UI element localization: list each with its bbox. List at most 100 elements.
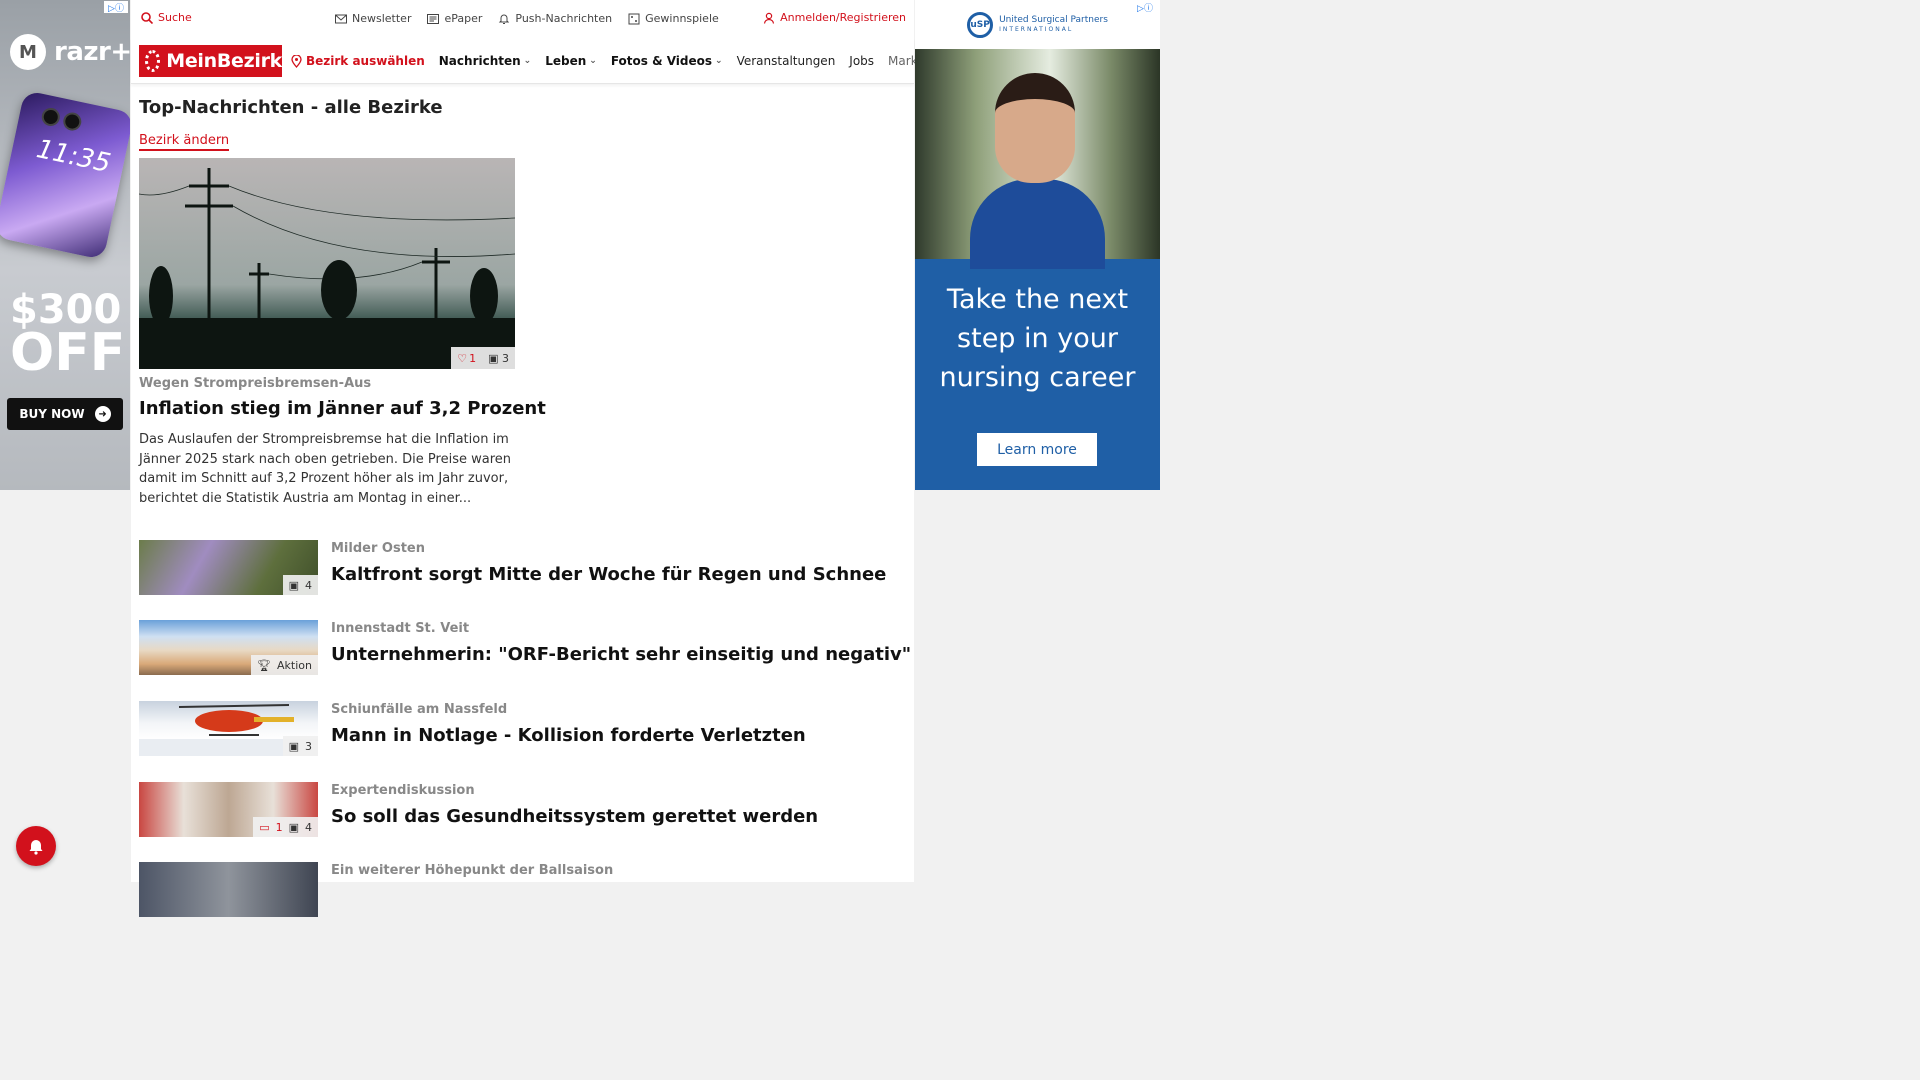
thumbnail-badge: 🏆︎ Aktion xyxy=(251,655,318,675)
ad-choices-icon[interactable]: ▷ⓘ xyxy=(1133,1,1157,14)
learn-more-button[interactable]: Learn more xyxy=(977,433,1097,466)
article-kicker: Ein weiterer Höhepunkt der Ballsaison xyxy=(331,863,614,878)
images-count: 4 xyxy=(305,820,312,834)
gewinnspiele-label: Gewinnspiele xyxy=(645,12,719,25)
buy-now-label: BUY NOW xyxy=(19,407,85,421)
power-lines-illustration xyxy=(139,168,515,369)
article-thumbnail[interactable] xyxy=(139,862,318,917)
chevron-down-icon: ⌄ xyxy=(523,56,532,66)
camera-icon xyxy=(61,110,83,133)
page: ▷ⓘ M razr+ 11:35 $300 OFF BUY NOW ➜ Such… xyxy=(0,0,1568,917)
images-count: 3 xyxy=(502,351,509,365)
article-headline-link[interactable]: So soll das Gesundheitssystem gerettet w… xyxy=(331,806,818,827)
article-headline-link[interactable]: Mann in Notlage - Kollision forderte Ver… xyxy=(331,725,806,746)
usp-logo-icon: uSP xyxy=(967,11,994,38)
article-list-item[interactable]: ▣ 4 Milder Osten Kaltfront sorgt Mitte d… xyxy=(139,540,909,596)
article-list-item[interactable]: ▣ 3 Schiunfälle am Nassfeld Mann in Notl… xyxy=(139,701,909,757)
nav-nachrichten[interactable]: Nachrichten ⌄ xyxy=(439,54,531,68)
newspaper-icon xyxy=(427,13,440,24)
bell-icon xyxy=(499,14,510,24)
ad-header: uSP United Surgical Partners INTERNATION… xyxy=(915,0,1160,49)
utility-links: Newsletter ePaper Push-Nachrichten Gewin… xyxy=(335,12,719,25)
ad-headline-line: Take the next xyxy=(946,284,1129,315)
nav-veranstaltungen[interactable]: Veranstaltungen xyxy=(737,54,836,68)
chevron-down-icon: ⌄ xyxy=(715,56,723,66)
nav-fotos-videos[interactable]: Fotos & Videos ⌄ xyxy=(611,54,723,68)
image-gallery-icon: ▣ xyxy=(288,820,299,834)
phone-time: 11:35 xyxy=(33,134,114,180)
buy-now-button[interactable]: BUY NOW ➜ xyxy=(7,398,123,430)
newsletter-link[interactable]: Newsletter xyxy=(335,12,411,25)
nurse-face xyxy=(995,73,1075,183)
ad-off-label: OFF xyxy=(10,323,126,383)
article-list-item[interactable]: ▭ 1 ▣ 4 Expertendiskussion So soll das G… xyxy=(139,782,909,838)
thumbnail-badge: ▣ 4 xyxy=(282,575,318,595)
nav-items: Bezirk auswählen Nachrichten ⌄ Leben ⌄ Fot… xyxy=(291,54,952,68)
right-ad-banner[interactable]: uSP United Surgical Partners INTERNATION… xyxy=(915,0,1160,490)
nav-nachrichten-label: Nachrichten xyxy=(438,54,521,68)
section-title: Top-Nachrichten - alle Bezirke xyxy=(139,97,443,118)
images-badge: ▣ 3 xyxy=(488,352,509,365)
ad-headline: Take the next step in your nursing caree… xyxy=(915,280,1160,397)
nav-fotos-videos-label: Fotos & Videos xyxy=(610,54,713,68)
article-list-item[interactable]: 🏆︎ Aktion Innenstadt St. Veit Unternehme… xyxy=(139,620,911,676)
gewinnspiele-link[interactable]: Gewinnspiele xyxy=(628,12,719,25)
main-column: Suche Newsletter ePaper Push-Nachrichten xyxy=(131,0,952,917)
article-thumbnail[interactable]: 🏆︎ Aktion xyxy=(139,620,318,675)
images-count: 3 xyxy=(305,739,312,753)
left-ad-banner[interactable]: ▷ⓘ M razr+ 11:35 $300 OFF BUY NOW ➜ xyxy=(0,0,130,490)
bell-icon xyxy=(29,840,43,855)
images-count: 4 xyxy=(305,578,312,592)
article-kicker: Innenstadt St. Veit xyxy=(331,621,470,636)
hero-teaser: Das Auslaufen der Strompreisbremse hat d… xyxy=(139,432,511,506)
likes-count: 1 xyxy=(469,351,477,365)
thumbnail-badge: ▭ 1 ▣ 4 xyxy=(253,817,318,837)
meinbezirk-logo[interactable]: MeinBezirk xyxy=(139,45,282,77)
ad-brand-name: razr+ xyxy=(54,37,130,67)
image-gallery-icon: ▣ xyxy=(288,739,299,753)
ad-company-subline: INTERNATIONAL xyxy=(999,25,1074,33)
login-link[interactable]: Anmelden/Registrieren xyxy=(763,11,906,24)
gift-icon xyxy=(628,13,640,24)
search-label: Suche xyxy=(158,11,192,24)
change-bezirk-link[interactable]: Bezirk ändern xyxy=(139,133,230,151)
ad-headline-line: step in your xyxy=(957,323,1118,354)
bezirk-select-button[interactable]: Bezirk auswählen xyxy=(291,54,425,68)
search-icon xyxy=(141,11,153,24)
epaper-link[interactable]: ePaper xyxy=(427,12,482,25)
article-thumbnail[interactable]: ▣ 4 xyxy=(139,540,318,595)
article-list-item[interactable]: Ein weiterer Höhepunkt der Ballsaison xyxy=(139,862,909,918)
trophy-icon: 🏆︎ xyxy=(257,658,272,672)
top-utility-bar: Suche Newsletter ePaper Push-Nachrichten xyxy=(131,0,914,38)
sun-logo-icon xyxy=(145,50,161,72)
article-headline-link[interactable]: Unternehmerin: "ORF-Bericht sehr einseit… xyxy=(331,644,911,665)
likes-badge: ♡ 1 xyxy=(457,352,476,365)
login-label: Anmelden/Registrieren xyxy=(780,11,906,24)
article-thumbnail[interactable]: ▭ 1 ▣ 4 xyxy=(139,782,318,837)
article-kicker: Schiunfälle am Nassfeld xyxy=(331,702,508,717)
logo-text: MeinBezirk xyxy=(166,50,282,72)
user-icon xyxy=(764,12,775,24)
nav-leben-label: Leben xyxy=(545,54,587,68)
ad-company: United Surgical Partners INTERNATIONAL xyxy=(999,15,1108,35)
nav-leben[interactable]: Leben ⌄ xyxy=(545,54,597,68)
ad-headline-line: nursing career xyxy=(939,362,1136,393)
article-headline-link[interactable]: Kaltfront sorgt Mitte der Woche für Rege… xyxy=(331,564,886,585)
ad-phone-image: 11:35 xyxy=(0,89,130,261)
ad-nurse-photo xyxy=(915,49,1160,269)
ad-choices-icon[interactable]: ▷ⓘ xyxy=(104,1,128,14)
envelope-icon xyxy=(335,14,347,23)
push-notifications-link[interactable]: Push-Nachrichten xyxy=(498,12,612,25)
hero-badges: ♡ 1 ▣ 3 xyxy=(451,347,515,369)
notification-bell-button[interactable] xyxy=(16,826,56,866)
article-thumbnail[interactable]: ▣ 3 xyxy=(139,701,318,756)
hero-article-image[interactable]: ♡ 1 ▣ 3 xyxy=(139,158,515,369)
nurse-scrubs xyxy=(970,179,1105,269)
thumbnail-badge: ▣ 3 xyxy=(282,736,318,756)
search-link[interactable]: Suche xyxy=(141,11,192,24)
hero-headline-link[interactable]: Inflation stieg im Jänner auf 3,2 Prozen… xyxy=(139,398,546,419)
nav-jobs[interactable]: Jobs xyxy=(849,54,874,68)
comment-icon: ▭ xyxy=(259,820,270,834)
ad-brand-row: M razr+ xyxy=(10,34,130,70)
motorola-logo-icon: M xyxy=(10,34,46,70)
